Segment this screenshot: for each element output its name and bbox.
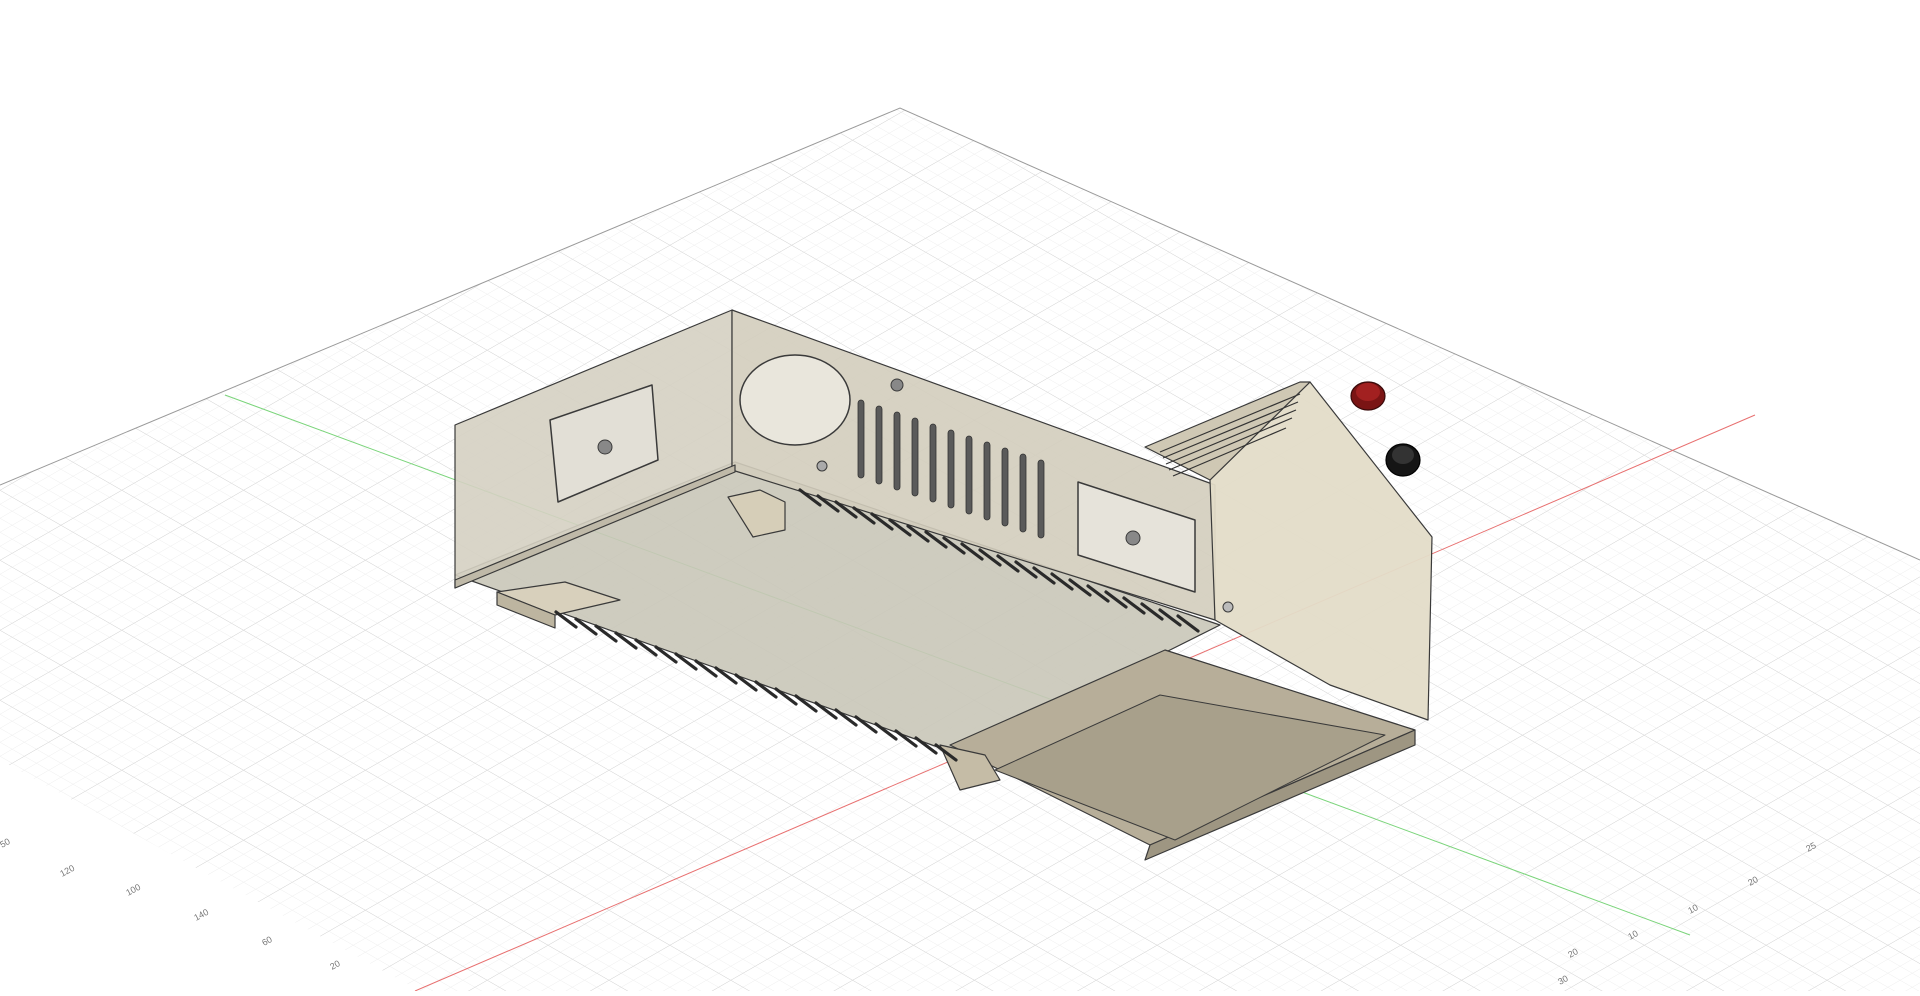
svg-text:120: 120 — [58, 863, 76, 879]
svg-text:50: 50 — [0, 836, 12, 850]
svg-text:60: 60 — [260, 934, 274, 948]
svg-text:100: 100 — [124, 882, 142, 898]
3d-viewport[interactable]: 50 120 100 140 60 20 25 20 10 10 20 30 — [0, 0, 1920, 992]
rear-window-screw — [1125, 530, 1141, 546]
rear-screw-top — [890, 378, 904, 392]
left-panel-cutout — [0, 0, 1, 1]
rear-screw-small — [816, 460, 828, 472]
binding-post-red[interactable] — [1350, 381, 1386, 411]
left-panel-screw — [597, 439, 613, 455]
fan-opening — [739, 354, 851, 446]
viewport-canvas[interactable]: 50 120 100 140 60 20 25 20 10 10 20 30 — [0, 0, 1920, 992]
svg-text:20: 20 — [328, 958, 342, 972]
binding-post-black[interactable] — [1385, 443, 1421, 477]
svg-text:140: 140 — [192, 907, 210, 923]
end-panel-screw — [1222, 601, 1234, 613]
